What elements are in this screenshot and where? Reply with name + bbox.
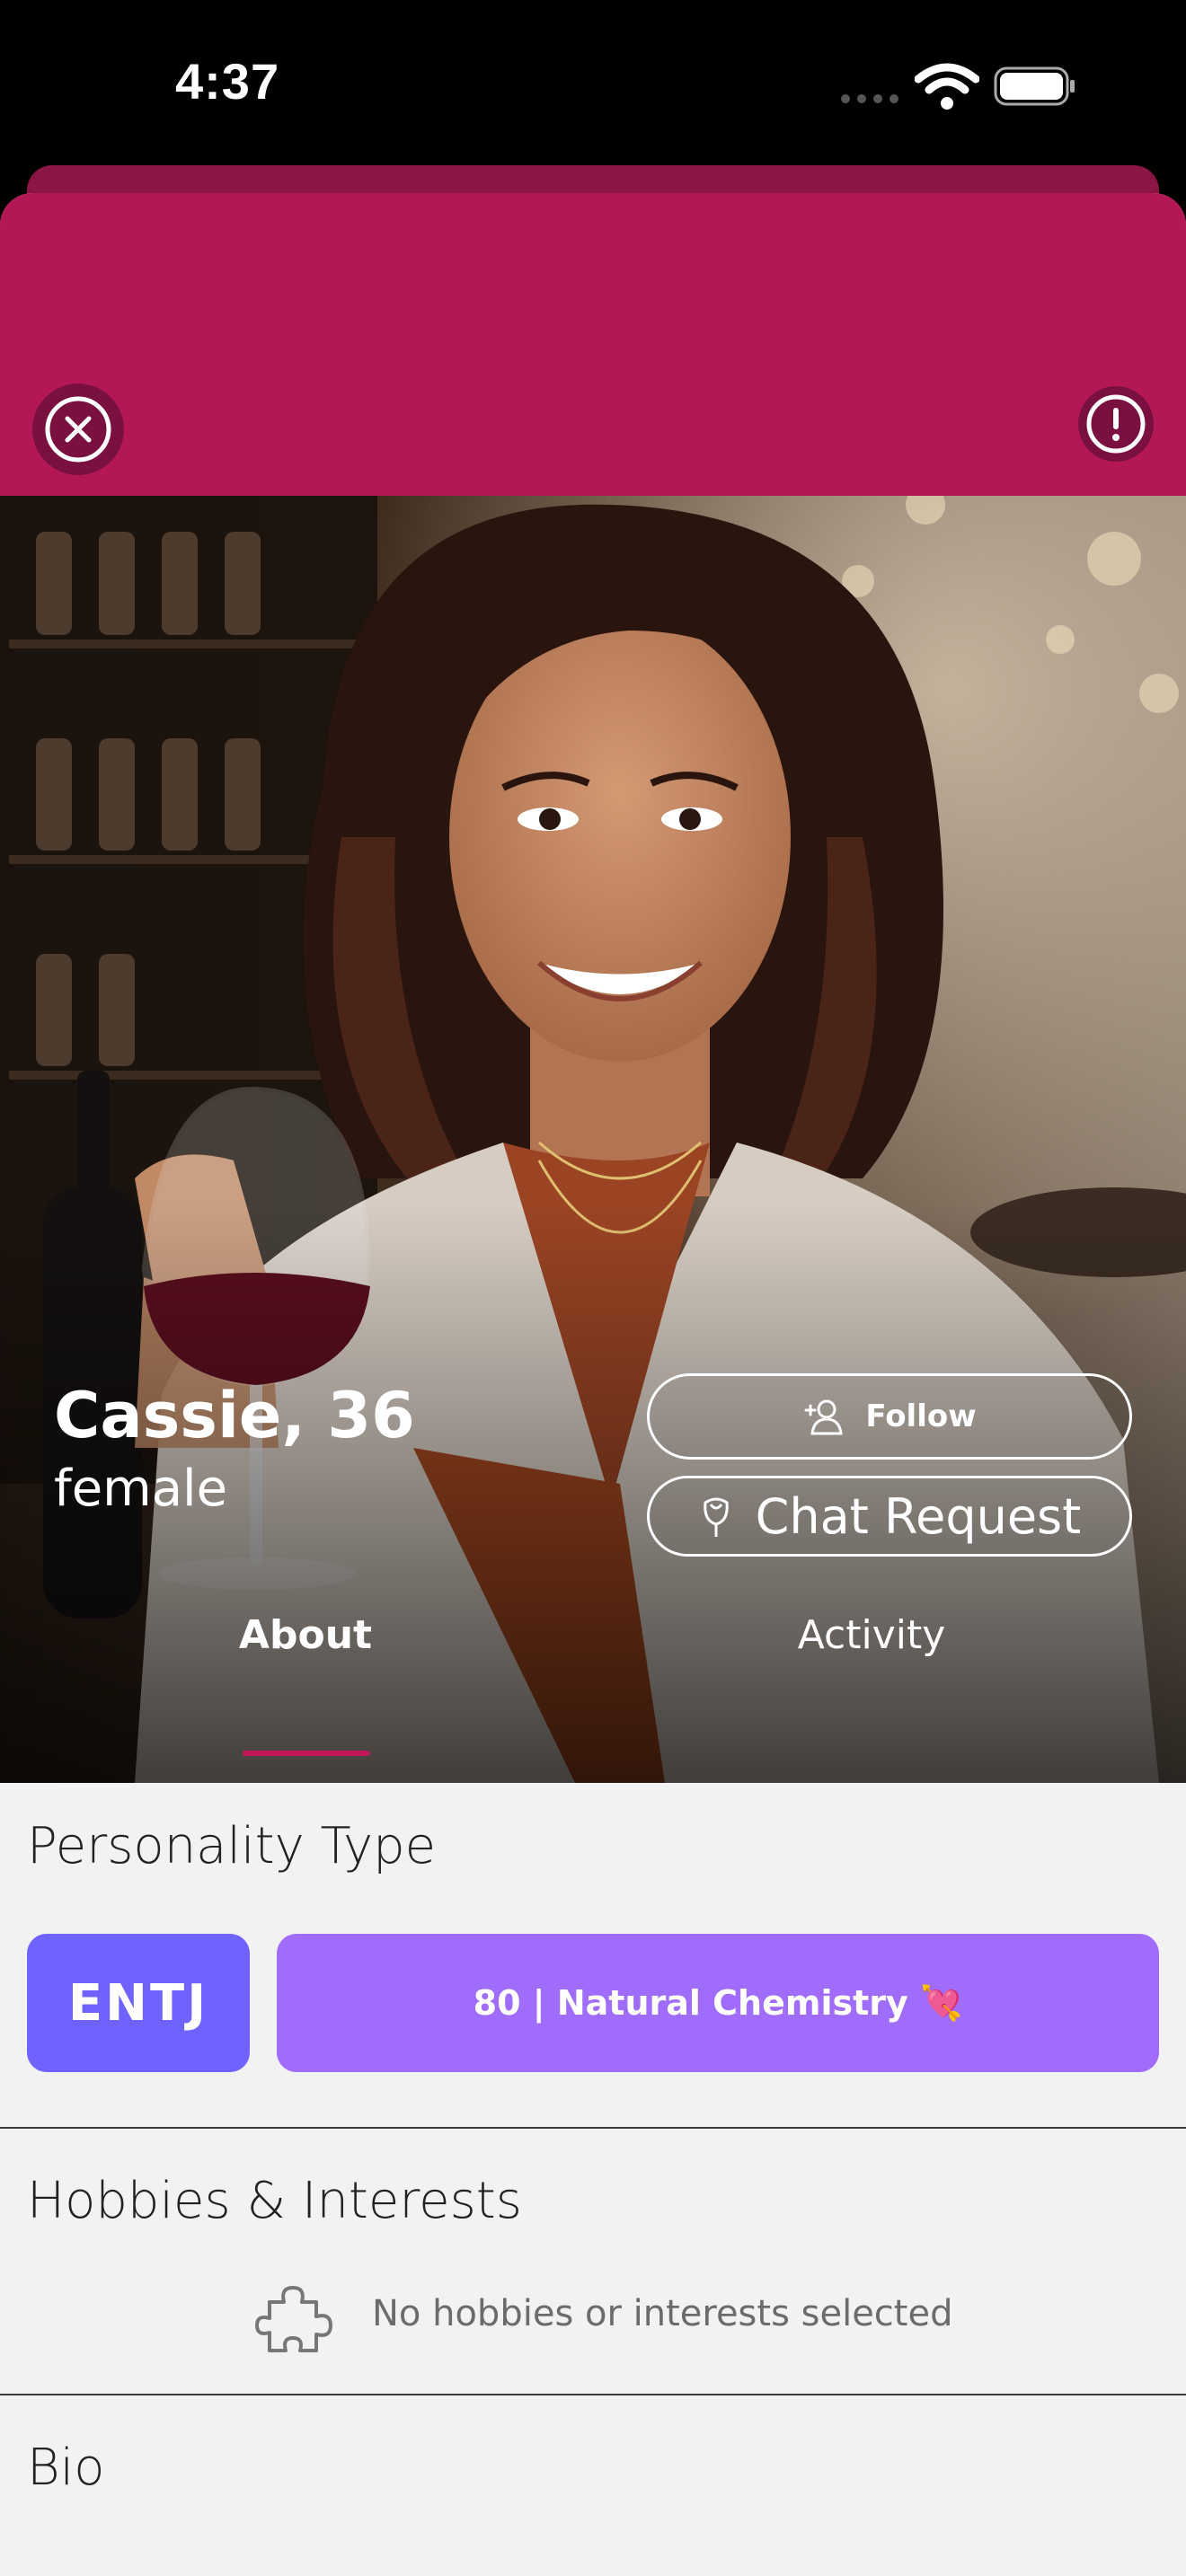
- selected-tab-indicator: [243, 1751, 370, 1756]
- profile-banner: [0, 193, 1186, 496]
- exclamation-icon: [1086, 394, 1146, 454]
- hobbies-empty-text: No hobbies or interests selected: [372, 2293, 953, 2334]
- chat-request-button[interactable]: Chat Request: [647, 1476, 1132, 1557]
- follow-button[interactable]: Follow: [647, 1373, 1132, 1460]
- rose-icon: [698, 1494, 734, 1539]
- profile-gender: female: [54, 1460, 228, 1518]
- section-divider: [0, 2394, 1186, 2395]
- mbti-type-badge[interactable]: ENTJ: [27, 1934, 250, 2072]
- section-divider: [0, 2127, 1186, 2129]
- profile-name-age: Cassie, 36: [54, 1379, 415, 1452]
- tab-activity[interactable]: Activity: [773, 1612, 970, 1658]
- chat-request-label: Chat Request: [755, 1487, 1082, 1545]
- tab-about[interactable]: About: [207, 1612, 404, 1658]
- personality-type-heading: Personality Type: [27, 1817, 437, 1875]
- report-button[interactable]: [1078, 386, 1154, 462]
- cellular-signal-icon: [841, 94, 898, 103]
- add-person-icon: [802, 1396, 844, 1437]
- profile-sheet: Cassie, 36 female Follow Chat Request Ab…: [0, 193, 1186, 2576]
- chemistry-score-badge[interactable]: 80 | Natural Chemistry 💘: [277, 1934, 1159, 2072]
- puzzle-icon: [255, 2286, 332, 2352]
- close-button[interactable]: [32, 384, 124, 475]
- status-time: 4:37: [175, 53, 280, 110]
- bio-heading: Bio: [27, 2439, 105, 2497]
- battery-icon: [994, 66, 1075, 106]
- hobbies-heading: Hobbies & Interests: [27, 2172, 522, 2230]
- profile-photo: [0, 496, 1186, 1783]
- wifi-icon: [915, 63, 979, 110]
- close-icon: [45, 396, 111, 463]
- follow-label: Follow: [865, 1398, 977, 1434]
